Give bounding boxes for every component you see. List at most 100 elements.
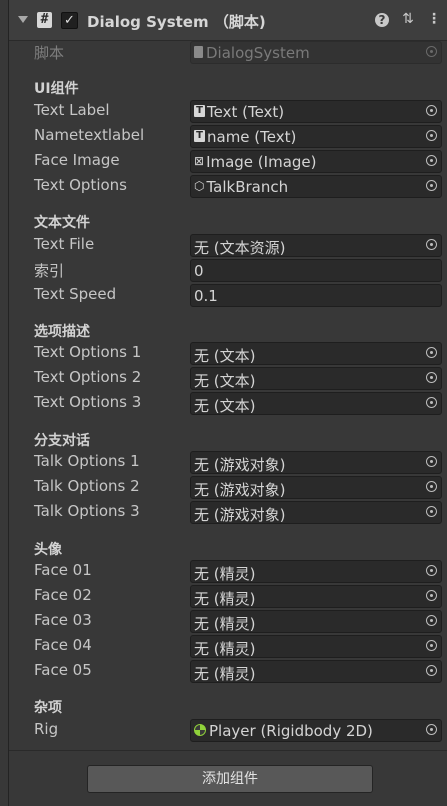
- object-picker-icon[interactable]: [426, 456, 437, 467]
- nametextlabel-label: Nametextlabel: [34, 126, 145, 144]
- object-picker-icon[interactable]: [426, 130, 437, 141]
- object-picker-icon[interactable]: [426, 481, 437, 492]
- talk-options-3-field[interactable]: 无 (游戏对象): [190, 501, 442, 524]
- chevron-down-icon[interactable]: [18, 16, 28, 23]
- face-04-label: Face 04: [34, 636, 92, 654]
- face-02-label: Face 02: [34, 586, 92, 604]
- talk-options-3-value: 无 (游戏对象): [194, 506, 286, 524]
- text-file-field[interactable]: 无 (文本资源): [190, 234, 442, 257]
- face-04-field[interactable]: 无 (精灵): [190, 635, 442, 658]
- text-component-icon: T: [194, 105, 205, 117]
- text-options-field[interactable]: ⬡ TalkBranch: [190, 175, 442, 198]
- section-text-file: 文本文件: [34, 215, 90, 231]
- talk-options-1-value: 无 (游戏对象): [194, 456, 286, 474]
- face-01-field[interactable]: 无 (精灵): [190, 560, 442, 583]
- face-01-value: 无 (精灵): [194, 565, 256, 583]
- object-picker-icon[interactable]: [426, 590, 437, 601]
- object-picker-icon[interactable]: [426, 372, 437, 383]
- section-ui: UI组件: [34, 81, 79, 97]
- object-picker-icon[interactable]: [426, 565, 437, 576]
- face-01-row: Face 01 无 (精灵): [9, 560, 447, 583]
- help-icon[interactable]: ?: [375, 13, 389, 27]
- text-file-value: 无 (文本资源): [194, 239, 286, 257]
- preset-icon[interactable]: ⇅: [400, 11, 416, 27]
- index-input[interactable]: 0: [190, 259, 442, 282]
- text-label-row: Text Label T Text (Text): [9, 100, 447, 123]
- object-picker-icon[interactable]: [426, 640, 437, 651]
- object-picker-icon[interactable]: [426, 506, 437, 517]
- face-04-row: Face 04 无 (精灵): [9, 635, 447, 658]
- object-picker-icon[interactable]: [426, 724, 437, 735]
- text-component-icon: T: [194, 130, 205, 142]
- text-speed-input[interactable]: 0.1: [190, 284, 442, 307]
- index-row: 索引 0: [9, 259, 447, 282]
- index-label: 索引: [34, 262, 65, 280]
- text-options-2-label: Text Options 2: [34, 368, 142, 386]
- text-label-value: Text (Text): [207, 103, 285, 121]
- face-image-value: Image (Image): [206, 153, 317, 171]
- talk-options-2-label: Talk Options 2: [34, 477, 140, 495]
- object-picker-icon[interactable]: [426, 180, 437, 191]
- text-options-row: Text Options ⬡ TalkBranch: [9, 175, 447, 198]
- text-options-1-value: 无 (文本): [194, 347, 256, 365]
- rig-label: Rig: [34, 720, 59, 738]
- script-row: 脚本 DialogSystem: [9, 41, 447, 64]
- text-options-2-field[interactable]: 无 (文本): [190, 367, 442, 390]
- face-02-row: Face 02 无 (精灵): [9, 585, 447, 608]
- talk-options-3-row: Talk Options 3 无 (游戏对象): [9, 501, 447, 524]
- object-picker-icon[interactable]: [426, 615, 437, 626]
- section-option-desc: 选项描述: [34, 324, 90, 340]
- section-branch: 分支对话: [34, 433, 90, 449]
- rig-field[interactable]: Player (Rigidbody 2D): [190, 719, 442, 742]
- face-03-label: Face 03: [34, 611, 92, 629]
- talk-options-3-label: Talk Options 3: [34, 502, 140, 520]
- object-picker-icon[interactable]: [426, 397, 437, 408]
- index-value: 0: [194, 262, 204, 280]
- talk-options-2-field[interactable]: 无 (游戏对象): [190, 476, 442, 499]
- face-01-label: Face 01: [34, 561, 92, 579]
- face-image-field[interactable]: ⊠ Image (Image): [190, 150, 442, 173]
- gameobject-cube-icon: ⬡: [194, 179, 205, 193]
- text-options-1-field[interactable]: 无 (文本): [190, 342, 442, 365]
- text-options-2-row: Text Options 2 无 (文本): [9, 367, 447, 390]
- face-02-field[interactable]: 无 (精灵): [190, 585, 442, 608]
- face-03-field[interactable]: 无 (精灵): [190, 610, 442, 633]
- text-label-field[interactable]: T Text (Text): [190, 100, 442, 123]
- object-picker-icon[interactable]: [426, 665, 437, 676]
- object-picker-icon[interactable]: [426, 155, 437, 166]
- talk-options-1-field[interactable]: 无 (游戏对象): [190, 451, 442, 474]
- object-picker-icon[interactable]: [426, 347, 437, 358]
- face-02-value: 无 (精灵): [194, 590, 256, 608]
- text-options-3-row: Text Options 3 无 (文本): [9, 392, 447, 415]
- rig-row: Rig Player (Rigidbody 2D): [9, 719, 447, 742]
- text-label-label: Text Label: [34, 101, 110, 119]
- face-05-value: 无 (精灵): [194, 665, 256, 683]
- section-misc: 杂项: [34, 700, 62, 716]
- text-speed-row: Text Speed 0.1: [9, 284, 447, 307]
- add-component-button[interactable]: 添加组件: [87, 765, 373, 793]
- text-options-label: Text Options: [34, 176, 127, 194]
- text-options-1-label: Text Options 1: [34, 343, 142, 361]
- nametextlabel-row: Nametextlabel Tname (Text): [9, 125, 447, 148]
- face-05-label: Face 05: [34, 661, 92, 679]
- text-options-3-field[interactable]: 无 (文本): [190, 392, 442, 415]
- face-05-row: Face 05 无 (精灵): [9, 660, 447, 683]
- face-image-label: Face Image: [34, 151, 120, 169]
- talk-options-1-row: Talk Options 1 无 (游戏对象): [9, 451, 447, 474]
- inspector-panel: # ✓ Dialog System （脚本) ? ⇅ ⋮ 脚本 DialogSy…: [8, 0, 447, 806]
- script-label: 脚本: [34, 44, 65, 62]
- object-picker-icon[interactable]: [426, 239, 437, 250]
- script-value: DialogSystem: [206, 44, 310, 62]
- face-03-value: 无 (精灵): [194, 615, 256, 633]
- nametextlabel-field[interactable]: Tname (Text): [190, 125, 442, 148]
- rigidbody-icon: [194, 724, 206, 736]
- kebab-menu-icon[interactable]: ⋮: [426, 11, 442, 27]
- text-options-3-label: Text Options 3: [34, 393, 142, 411]
- text-file-row: Text File 无 (文本资源): [9, 234, 447, 257]
- object-picker-icon[interactable]: [426, 105, 437, 116]
- component-title: Dialog System （脚本): [87, 13, 266, 31]
- enable-checkbox[interactable]: ✓: [61, 12, 78, 29]
- component-header[interactable]: # ✓ Dialog System （脚本) ? ⇅ ⋮: [9, 0, 447, 41]
- text-options-value: TalkBranch: [206, 178, 289, 196]
- face-05-field[interactable]: 无 (精灵): [190, 660, 442, 683]
